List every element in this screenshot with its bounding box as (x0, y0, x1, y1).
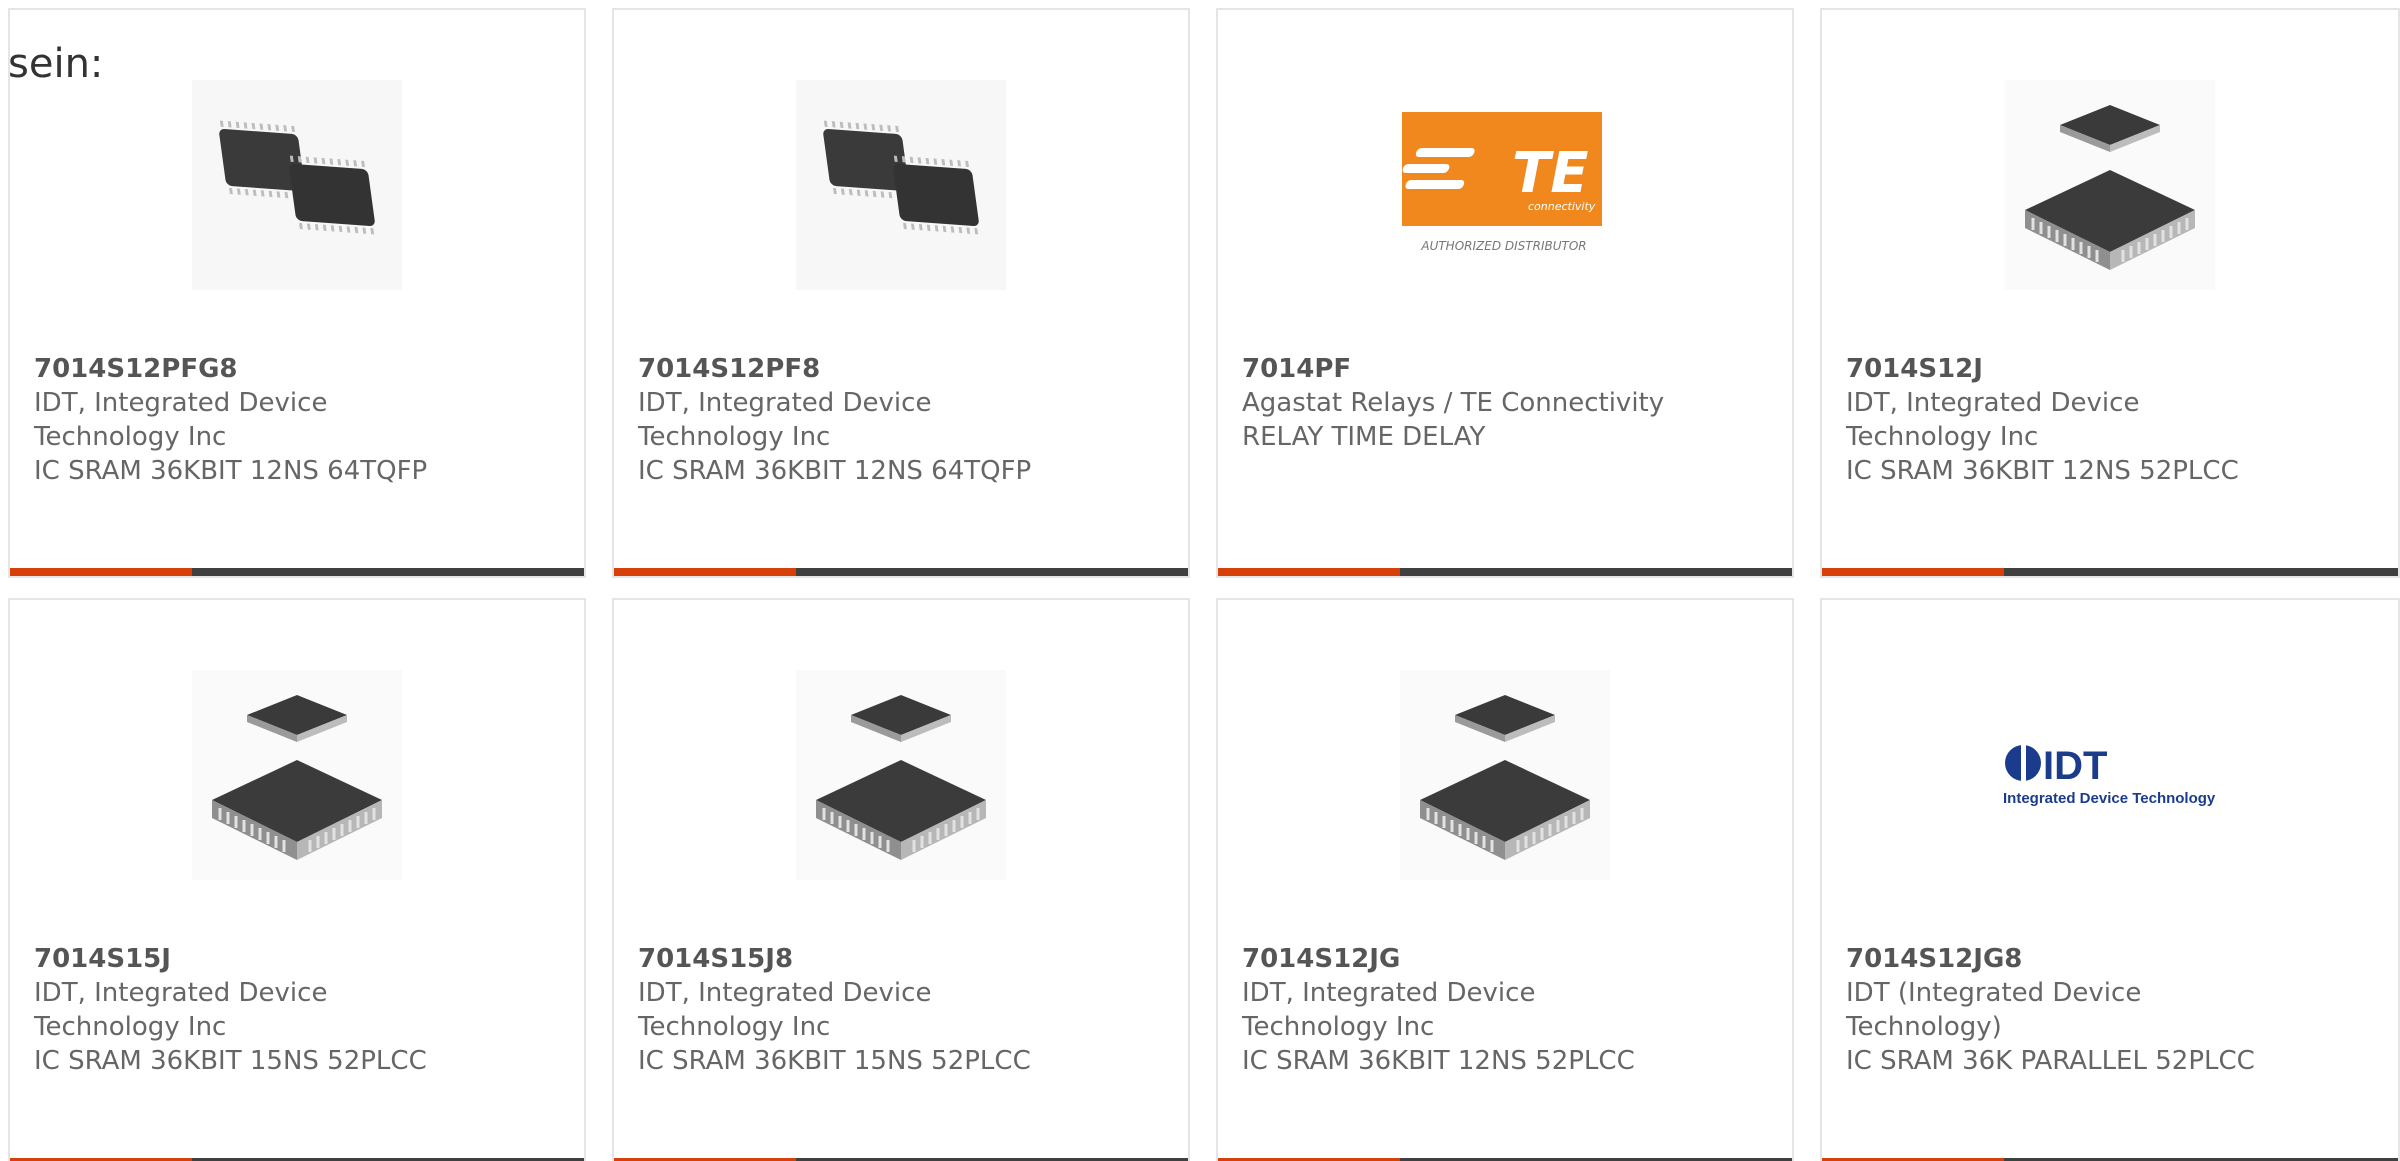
te-logo-text: TE (1512, 141, 1588, 206)
product-info: 7014PF Agastat Relays / TE Connectivity … (1242, 352, 1768, 454)
product-image: IDT Integrated Device Technology (1822, 670, 2398, 880)
manufacturer-line-1: IDT, Integrated Device (1242, 978, 1536, 1008)
product-info: 7014S12JG8 IDT (Integrated Device Techno… (1846, 942, 2374, 1078)
product-image (10, 80, 584, 290)
part-number[interactable]: 7014S15J (34, 942, 560, 976)
te-logo-subtext: connectivity (1528, 200, 1596, 213)
idt-logo-subtext: Integrated Device Technology (2003, 790, 2216, 807)
part-number[interactable]: 7014S12JG (1242, 942, 1768, 976)
product-description: RELAY TIME DELAY (1242, 422, 1486, 452)
product-image (614, 670, 1188, 880)
plcc-chip-icon (2005, 80, 2215, 290)
product-description: IC SRAM 36K PARALLEL 52PLCC (1846, 1046, 2255, 1076)
card-accent-bar (1218, 568, 1400, 576)
product-description: IC SRAM 36KBIT 12NS 64TQFP (34, 456, 428, 486)
product-card[interactable]: 7014S12PFG8 IDT, Integrated Device Techn… (8, 8, 586, 578)
card-accent-bar (614, 568, 796, 576)
card-bottom-bar (1218, 568, 1792, 576)
te-logo-caption: AUTHORIZED DISTRIBUTOR (1420, 239, 1586, 253)
card-accent-bar (10, 568, 192, 576)
product-image (614, 80, 1188, 290)
product-description: IC SRAM 36KBIT 12NS 64TQFP (638, 456, 1032, 486)
product-info: 7014S12JG IDT, Integrated Device Technol… (1242, 942, 1768, 1078)
part-number[interactable]: 7014S12J (1846, 352, 2374, 386)
manufacturer-line-1: IDT, Integrated Device (34, 388, 328, 418)
idt-logo: IDT Integrated Device Technology (2003, 743, 2216, 807)
manufacturer-line-2: Technology Inc (638, 422, 831, 452)
product-info: 7014S12PFG8 IDT, Integrated Device Techn… (34, 352, 560, 488)
part-number[interactable]: 7014S15J8 (638, 942, 1164, 976)
manufacturer-line-2: Technology Inc (1242, 1012, 1435, 1042)
product-card[interactable]: TE connectivity AUTHORIZED DISTRIBUTOR 7… (1216, 8, 1794, 578)
manufacturer-line-1: IDT, Integrated Device (638, 388, 932, 418)
product-info: 7014S15J IDT, Integrated Device Technolo… (34, 942, 560, 1078)
card-accent-bar (1822, 568, 2004, 576)
plcc-chip-icon (192, 670, 402, 880)
manufacturer-line-2: Technology) (1846, 1012, 2002, 1042)
part-number[interactable]: 7014S12PF8 (638, 352, 1164, 386)
product-description: IC SRAM 36KBIT 15NS 52PLCC (34, 1046, 427, 1076)
product-info: 7014S12PF8 IDT, Integrated Device Techno… (638, 352, 1164, 488)
product-card[interactable]: 7014S15J8 IDT, Integrated Device Technol… (612, 598, 1190, 1161)
product-image (1218, 670, 1792, 880)
card-bottom-bar (10, 568, 584, 576)
product-card[interactable]: 7014S12JG IDT, Integrated Device Technol… (1216, 598, 1794, 1161)
card-bottom-bar (614, 568, 1188, 576)
manufacturer-line-1: IDT, Integrated Device (1846, 388, 2140, 418)
tqfp-chip-pair-icon (192, 80, 402, 290)
manufacturer-line-1: Agastat Relays / TE Connectivity (1242, 388, 1665, 418)
product-card[interactable]: 7014S12PF8 IDT, Integrated Device Techno… (612, 8, 1190, 578)
product-info: 7014S15J8 IDT, Integrated Device Technol… (638, 942, 1164, 1078)
manufacturer-line-1: IDT, Integrated Device (638, 978, 932, 1008)
manufacturer-line-2: Technology Inc (34, 422, 227, 452)
product-image: TE connectivity AUTHORIZED DISTRIBUTOR (1218, 80, 1792, 290)
manufacturer-line-2: Technology Inc (638, 1012, 831, 1042)
product-description: IC SRAM 36KBIT 15NS 52PLCC (638, 1046, 1031, 1076)
product-card[interactable]: IDT Integrated Device Technology 7014S12… (1820, 598, 2400, 1161)
product-image (1822, 80, 2398, 290)
product-description: IC SRAM 36KBIT 12NS 52PLCC (1846, 456, 2239, 486)
part-number[interactable]: 7014PF (1242, 352, 1768, 386)
plcc-chip-icon (796, 670, 1006, 880)
part-number[interactable]: 7014S12PFG8 (34, 352, 560, 386)
manufacturer-line-2: Technology Inc (1846, 422, 2039, 452)
product-image (10, 670, 584, 880)
page: sein: 7014S12PFG8 IDT, Integrated Device… (0, 0, 2400, 1161)
idt-logo-text: IDT (2043, 744, 2107, 788)
card-bottom-bar (1822, 568, 2398, 576)
product-card[interactable]: 7014S15J IDT, Integrated Device Technolo… (8, 598, 586, 1161)
plcc-chip-icon (1400, 670, 1610, 880)
intro-text: sein: (8, 41, 104, 87)
tqfp-chip-pair-icon (796, 80, 1006, 290)
manufacturer-line-1: IDT, Integrated Device (34, 978, 328, 1008)
product-card[interactable]: 7014S12J IDT, Integrated Device Technolo… (1820, 8, 2400, 578)
product-info: 7014S12J IDT, Integrated Device Technolo… (1846, 352, 2374, 488)
te-connectivity-logo: TE connectivity AUTHORIZED DISTRIBUTOR (1402, 112, 1602, 253)
product-description: IC SRAM 36KBIT 12NS 52PLCC (1242, 1046, 1635, 1076)
part-number[interactable]: 7014S12JG8 (1846, 942, 2374, 976)
manufacturer-line-2: Technology Inc (34, 1012, 227, 1042)
manufacturer-line-1: IDT (Integrated Device (1846, 978, 2142, 1008)
